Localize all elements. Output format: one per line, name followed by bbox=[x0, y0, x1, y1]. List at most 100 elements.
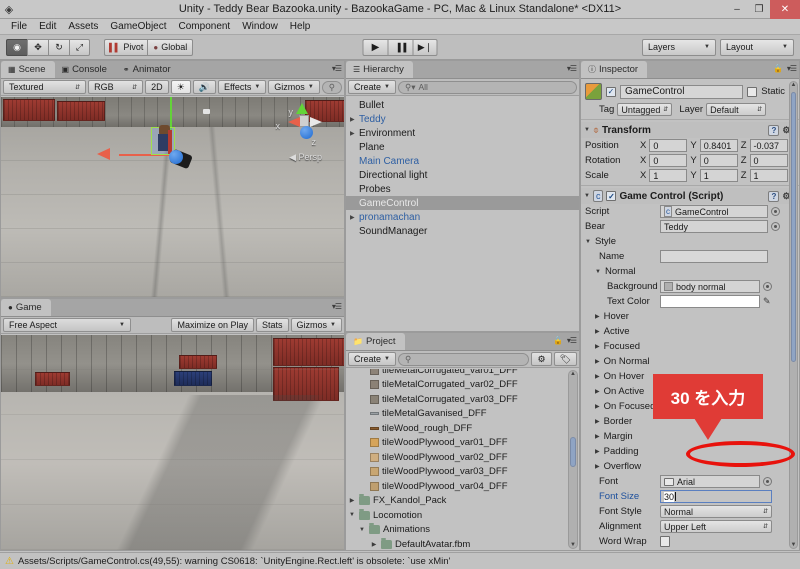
step-button[interactable]: ▶❘ bbox=[412, 38, 438, 56]
list-item[interactable]: Directional light bbox=[346, 168, 579, 182]
rotation-x-input[interactable]: 0 bbox=[649, 154, 688, 167]
menu-item-file[interactable]: File bbox=[5, 21, 33, 32]
menu-item-assets[interactable]: Assets bbox=[62, 21, 104, 32]
collapse-icon[interactable]: ▼ bbox=[595, 269, 601, 275]
font-size-input[interactable]: 30 bbox=[660, 490, 772, 503]
object-name-input[interactable]: GameControl bbox=[620, 84, 744, 99]
aspect-dropdown[interactable]: Free Aspect ▼ bbox=[3, 318, 131, 332]
object-picker-icon[interactable] bbox=[763, 477, 772, 486]
pivot-button[interactable]: ▌▌ Pivot bbox=[104, 38, 148, 56]
expand-icon[interactable]: ▶ bbox=[350, 214, 359, 221]
collapse-icon[interactable]: ▼ bbox=[584, 127, 590, 133]
script-enabled-checkbox[interactable]: ✓ bbox=[606, 191, 617, 201]
on-normal-fold[interactable]: ▶ On Normal bbox=[581, 354, 799, 369]
expand-icon[interactable]: ▶ bbox=[595, 343, 600, 350]
position-x-input[interactable]: 0 bbox=[649, 139, 688, 152]
active-fold[interactable]: ▶ Active bbox=[581, 324, 799, 339]
object-picker-icon[interactable] bbox=[763, 282, 772, 291]
label-icon[interactable]: 🏷 bbox=[553, 352, 577, 366]
expand-icon[interactable]: ▶ bbox=[595, 388, 600, 395]
hierarchy-create-button[interactable]: Create ▼ bbox=[348, 80, 396, 94]
hierarchy-panel-menu-icon[interactable]: ▾☰ bbox=[567, 64, 577, 73]
inspector-panel-menu-icon[interactable]: ▾☰ bbox=[787, 64, 797, 73]
audio-icon[interactable]: 🔊 bbox=[192, 80, 216, 94]
layout-dropdown[interactable]: Layout ▼ bbox=[720, 38, 794, 56]
object-enabled-checkbox[interactable]: ✓ bbox=[606, 86, 616, 97]
expand-icon[interactable]: ▼ bbox=[358, 527, 366, 533]
expand-icon[interactable]: ▶ bbox=[595, 313, 600, 320]
game-viewport[interactable] bbox=[1, 335, 344, 550]
project-search-input[interactable]: ⚲ bbox=[397, 352, 530, 366]
expand-icon[interactable]: ▶ bbox=[595, 358, 600, 365]
list-item[interactable]: ▶ Teddy bbox=[346, 112, 579, 126]
gizmos-dropdown[interactable]: Gizmos ▼ bbox=[268, 80, 320, 94]
scale-y-input[interactable]: 1 bbox=[699, 169, 738, 182]
script-component-header[interactable]: ▼ c ✓ Game Control (Script) ? ⚙▾ bbox=[581, 188, 799, 204]
help-icon[interactable]: ? bbox=[768, 190, 780, 202]
game-gizmos-dropdown[interactable]: Gizmos ▼ bbox=[290, 318, 342, 332]
list-item[interactable]: ▶ Environment bbox=[346, 126, 579, 140]
rotation-y-input[interactable]: 0 bbox=[699, 154, 738, 167]
list-item[interactable]: tileWood_rough_DFF bbox=[346, 421, 567, 436]
scroll-down-icon[interactable]: ▼ bbox=[569, 542, 577, 548]
scroll-up-icon[interactable]: ▲ bbox=[569, 371, 577, 377]
project-list[interactable]: tileMetalCorrugated_var01_DFF tileMetalC… bbox=[346, 369, 567, 550]
scene-viewport[interactable]: y x z ◀ Persp bbox=[1, 97, 344, 297]
bear-object-field[interactable]: Teddy bbox=[660, 220, 768, 233]
object-picker-icon[interactable] bbox=[771, 207, 780, 216]
expand-icon[interactable]: ▼ bbox=[348, 512, 356, 518]
restore-button[interactable]: ❐ bbox=[748, 0, 770, 19]
project-scroll-thumb[interactable] bbox=[570, 437, 576, 467]
menu-item-gameobject[interactable]: GameObject bbox=[104, 21, 172, 32]
axis-gizmo-x-cone[interactable] bbox=[288, 117, 300, 127]
filter-icon[interactable]: ⚙ bbox=[531, 352, 552, 366]
scale-tool-button[interactable]: ⤢ bbox=[69, 38, 90, 56]
expand-icon[interactable]: ▶ bbox=[595, 418, 600, 425]
minimize-button[interactable]: – bbox=[726, 0, 748, 19]
project-create-button[interactable]: Create ▼ bbox=[348, 352, 396, 366]
list-item[interactable]: ▼ Locomotion bbox=[346, 508, 567, 523]
object-picker-icon[interactable] bbox=[771, 222, 780, 231]
project-scrollbar[interactable]: ▲ ▼ bbox=[568, 370, 578, 549]
list-item[interactable]: Bullet bbox=[346, 98, 579, 112]
list-item[interactable]: ▶ DefaultAvatar.fbm bbox=[346, 537, 567, 550]
style-name-input[interactable] bbox=[660, 250, 768, 263]
eyedropper-icon[interactable]: ✎ bbox=[763, 296, 771, 307]
layers-dropdown[interactable]: Layers ▼ bbox=[642, 38, 716, 56]
list-item[interactable]: ▼ Animations bbox=[346, 523, 567, 538]
position-z-input[interactable]: -0.037 bbox=[749, 139, 788, 152]
scene-panel-menu-icon[interactable]: ▾☰ bbox=[332, 64, 342, 73]
background-object-field[interactable]: body normal bbox=[660, 280, 760, 293]
scroll-up-icon[interactable]: ▲ bbox=[790, 82, 797, 88]
tab-game[interactable]: ● Game bbox=[1, 299, 51, 316]
draw-mode-dropdown[interactable]: Textured ⇵ bbox=[3, 80, 87, 94]
script-object-field[interactable]: c GameControl bbox=[660, 205, 768, 218]
list-item[interactable]: tileMetalCorrugated_var03_DFF bbox=[346, 392, 567, 407]
global-button[interactable]: ● Global bbox=[147, 38, 194, 56]
word-wrap-checkbox[interactable] bbox=[660, 536, 670, 547]
expand-icon[interactable]: ▶ bbox=[595, 463, 600, 470]
layer-dropdown[interactable]: Default ⇵ bbox=[706, 103, 767, 116]
help-icon[interactable]: ? bbox=[768, 124, 780, 136]
menu-item-edit[interactable]: Edit bbox=[33, 21, 62, 32]
list-item[interactable]: tileWoodPlywood_var01_DFF bbox=[346, 436, 567, 451]
list-item[interactable]: Main Camera bbox=[346, 154, 579, 168]
collapse-icon[interactable]: ▼ bbox=[584, 193, 590, 199]
tab-hierarchy[interactable]: ☰ Hierarchy bbox=[346, 61, 413, 78]
lock-icon[interactable]: 🔒 bbox=[553, 336, 563, 345]
hierarchy-search-input[interactable]: ⚲▾ All bbox=[397, 80, 577, 94]
menu-item-component[interactable]: Component bbox=[173, 21, 237, 32]
game-panel-menu-icon[interactable]: ▾☰ bbox=[332, 302, 342, 311]
2d-toggle-button[interactable]: 2D bbox=[145, 80, 169, 94]
scale-z-input[interactable]: 1 bbox=[749, 169, 788, 182]
color-mode-dropdown[interactable]: RGB ⇵ bbox=[88, 80, 144, 94]
expand-icon[interactable]: ▶ bbox=[595, 448, 600, 455]
expand-icon[interactable]: ▶ bbox=[350, 130, 359, 137]
maximize-on-play-button[interactable]: Maximize on Play bbox=[171, 318, 255, 332]
scale-x-input[interactable]: 1 bbox=[649, 169, 688, 182]
expand-icon[interactable]: ▶ bbox=[595, 403, 600, 410]
inspector-scroll-thumb[interactable] bbox=[791, 92, 796, 362]
scene-search-input[interactable]: ⚲ bbox=[321, 80, 342, 94]
position-y-input[interactable]: 0.8401 bbox=[699, 139, 738, 152]
tab-inspector[interactable]: ⓘ Inspector bbox=[581, 61, 648, 78]
